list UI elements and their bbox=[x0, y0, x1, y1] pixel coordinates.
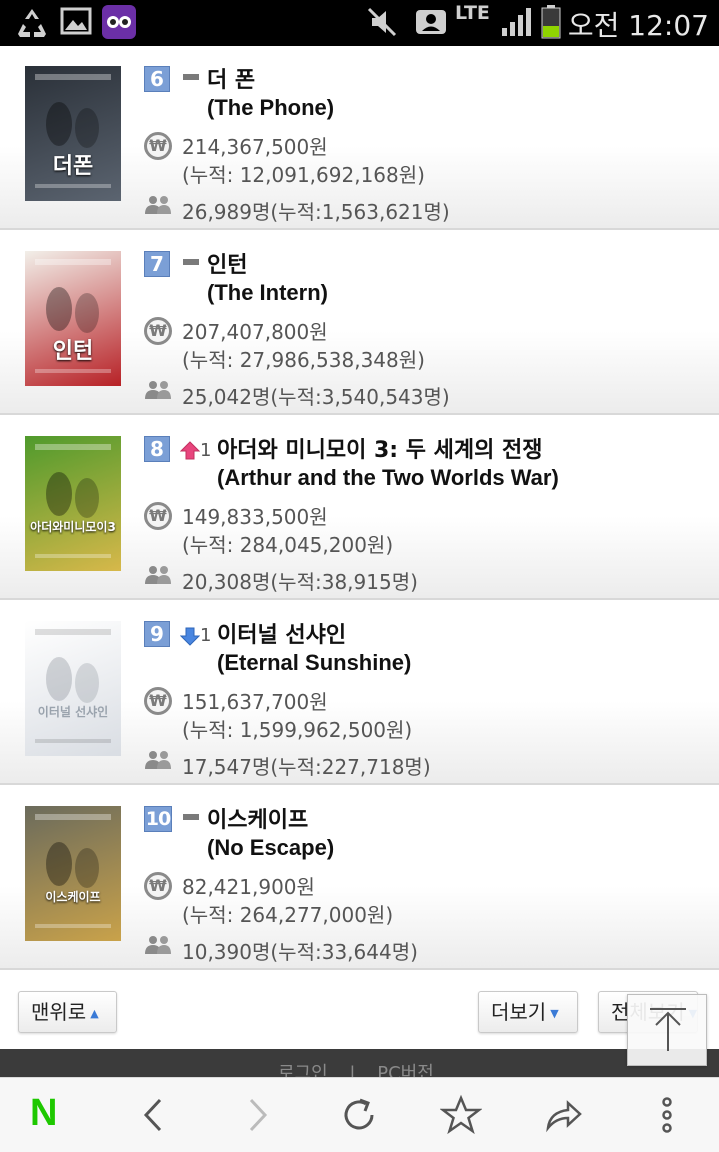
movie-list-item[interactable]: 이터널 선샤인 9 1 이터널 선샤인 (Eternal Sunshine) ₩151,6… bbox=[0, 601, 719, 785]
audience-count: 25,042명(누적:3,540,543명) bbox=[182, 385, 450, 409]
browser-toolbar: N bbox=[0, 1077, 719, 1152]
network-type: LTE bbox=[455, 2, 490, 24]
share-icon[interactable] bbox=[542, 1094, 584, 1136]
scroll-to-top-button[interactable] bbox=[627, 994, 707, 1066]
movie-title-english[interactable]: (Arthur and the Two Worlds War) bbox=[217, 465, 559, 491]
more-label: 더보기 bbox=[491, 1000, 547, 1024]
movie-list-item[interactable]: 이스케이프 10 이스케이프 (No Escape) ₩82,421,900원 (누적: … bbox=[0, 786, 719, 970]
movie-list-item[interactable]: 아더와미니모이3 8 1 아더와 미니모이 3: 두 세계의 전쟁 (Arthur an… bbox=[0, 416, 719, 600]
movie-title-korean[interactable]: 인턴 bbox=[207, 247, 247, 279]
movie-title-korean[interactable]: 이스케이프 bbox=[207, 802, 308, 834]
poster-art bbox=[35, 74, 111, 188]
pc-version-link[interactable]: PC버전 bbox=[377, 1063, 434, 1077]
arrow-up-icon bbox=[650, 1008, 686, 1051]
contact-icon bbox=[416, 10, 446, 34]
cumulative-sales: (누적: 264,277,000원) bbox=[182, 903, 394, 927]
poster-art bbox=[35, 814, 111, 928]
movie-poster[interactable]: 이터널 선샤인 bbox=[25, 621, 121, 756]
status-time: 오전 12:07 bbox=[567, 9, 709, 42]
rank-down-indicator: 1 bbox=[180, 623, 214, 649]
won-currency-icon: ₩ bbox=[144, 502, 172, 530]
movie-poster[interactable]: 더폰 bbox=[25, 66, 121, 201]
caret-down-icon: ▼ bbox=[550, 1006, 559, 1020]
movie-title-english[interactable]: (Eternal Sunshine) bbox=[217, 650, 411, 676]
battery-icon bbox=[541, 5, 561, 39]
movie-title-korean[interactable]: 이터널 선샤인 bbox=[217, 617, 346, 649]
won-currency-icon: ₩ bbox=[144, 132, 172, 160]
rank-badge: 6 bbox=[144, 66, 170, 92]
cumulative-sales: (누적: 284,045,200원) bbox=[182, 533, 394, 557]
app-owl-icon bbox=[102, 5, 136, 39]
more-menu-icon[interactable] bbox=[646, 1094, 688, 1136]
audience-people-icon bbox=[145, 566, 171, 584]
audience-count: 17,547명(누적:227,718명) bbox=[182, 755, 431, 779]
movie-title-korean[interactable]: 아더와 미니모이 3: 두 세계의 전쟁 bbox=[217, 432, 543, 464]
login-link[interactable]: 로그인 bbox=[278, 1063, 328, 1077]
rank-change-value: 1 bbox=[200, 625, 212, 646]
arrow-down-icon bbox=[180, 627, 200, 646]
won-currency-icon: ₩ bbox=[144, 687, 172, 715]
rank-change-value: 1 bbox=[200, 440, 212, 461]
daily-sales: 207,407,800원 bbox=[182, 320, 328, 344]
poster-title: 이터널 선샤인 bbox=[37, 705, 109, 719]
movie-poster[interactable]: 인턴 bbox=[25, 251, 121, 386]
movie-list-item[interactable]: 인턴 7 인턴 (The Intern) ₩207,407,800원 (누적: 27,98… bbox=[0, 231, 719, 415]
more-button[interactable]: 더보기 ▼ bbox=[478, 991, 578, 1033]
rank-badge: 10 bbox=[144, 806, 172, 832]
won-currency-icon: ₩ bbox=[144, 872, 172, 900]
rank-up-indicator: 1 bbox=[180, 438, 214, 464]
movie-title-english[interactable]: (The Phone) bbox=[207, 95, 334, 121]
forward-icon[interactable] bbox=[236, 1094, 278, 1136]
recycle-icon bbox=[18, 9, 46, 37]
cumulative-sales: (누적: 1,599,962,500원) bbox=[182, 718, 413, 742]
to-top-button[interactable]: 맨위로 ▲ bbox=[18, 991, 117, 1033]
poster-art bbox=[35, 444, 111, 558]
no-change-icon bbox=[183, 74, 199, 80]
cumulative-sales: (누적: 27,986,538,348원) bbox=[182, 348, 425, 372]
image-icon bbox=[60, 7, 92, 35]
poster-title: 이스케이프 bbox=[45, 890, 101, 904]
footer-bar: 로그인 | PC버전 bbox=[0, 1049, 719, 1077]
footer-separator: | bbox=[349, 1063, 356, 1077]
mute-icon bbox=[367, 7, 397, 37]
arrow-up-icon bbox=[180, 441, 200, 460]
movie-poster[interactable]: 아더와미니모이3 bbox=[25, 436, 121, 571]
poster-title: 더폰 bbox=[52, 154, 94, 179]
to-top-label: 맨위로 bbox=[31, 1000, 87, 1024]
daily-sales: 149,833,500원 bbox=[182, 505, 328, 529]
bookmark-star-icon[interactable] bbox=[440, 1094, 482, 1136]
rank-badge: 7 bbox=[144, 251, 170, 277]
movie-title-english[interactable]: (The Intern) bbox=[207, 280, 328, 306]
movie-title-english[interactable]: (No Escape) bbox=[207, 835, 334, 861]
audience-count: 10,390명(누적:33,644명) bbox=[182, 940, 418, 964]
status-bar: LTE 오전 12:07 bbox=[0, 0, 719, 46]
refresh-icon[interactable] bbox=[338, 1094, 380, 1136]
audience-count: 20,308명(누적:38,915명) bbox=[182, 570, 418, 594]
movie-title-korean[interactable]: 더 폰 bbox=[207, 62, 255, 94]
poster-art bbox=[35, 259, 111, 373]
audience-people-icon bbox=[145, 381, 171, 399]
rank-badge: 8 bbox=[144, 436, 170, 462]
no-change-icon bbox=[183, 259, 199, 265]
audience-people-icon bbox=[145, 936, 171, 954]
poster-title: 인턴 bbox=[52, 339, 94, 364]
caret-up-icon: ▲ bbox=[90, 1006, 99, 1020]
rank-badge: 9 bbox=[144, 621, 170, 647]
daily-sales: 151,637,700원 bbox=[182, 690, 328, 714]
audience-count: 26,989명(누적:1,563,621명) bbox=[182, 200, 450, 224]
signal-icon bbox=[502, 8, 531, 36]
cumulative-sales: (누적: 12,091,692,168원) bbox=[182, 163, 425, 187]
poster-art bbox=[35, 629, 111, 743]
movie-poster[interactable]: 이스케이프 bbox=[25, 806, 121, 941]
no-change-icon bbox=[183, 814, 199, 820]
daily-sales: 214,367,500원 bbox=[182, 135, 328, 159]
audience-people-icon bbox=[145, 196, 171, 214]
won-currency-icon: ₩ bbox=[144, 317, 172, 345]
poster-title: 아더와미니모이3 bbox=[30, 520, 116, 534]
daily-sales: 82,421,900원 bbox=[182, 875, 315, 899]
movie-list-item[interactable]: 더폰 6 더 폰 (The Phone) ₩214,367,500원 (누적: 12,09… bbox=[0, 46, 719, 230]
audience-people-icon bbox=[145, 751, 171, 769]
naver-home-icon[interactable]: N bbox=[30, 1092, 57, 1135]
back-icon[interactable] bbox=[133, 1094, 175, 1136]
